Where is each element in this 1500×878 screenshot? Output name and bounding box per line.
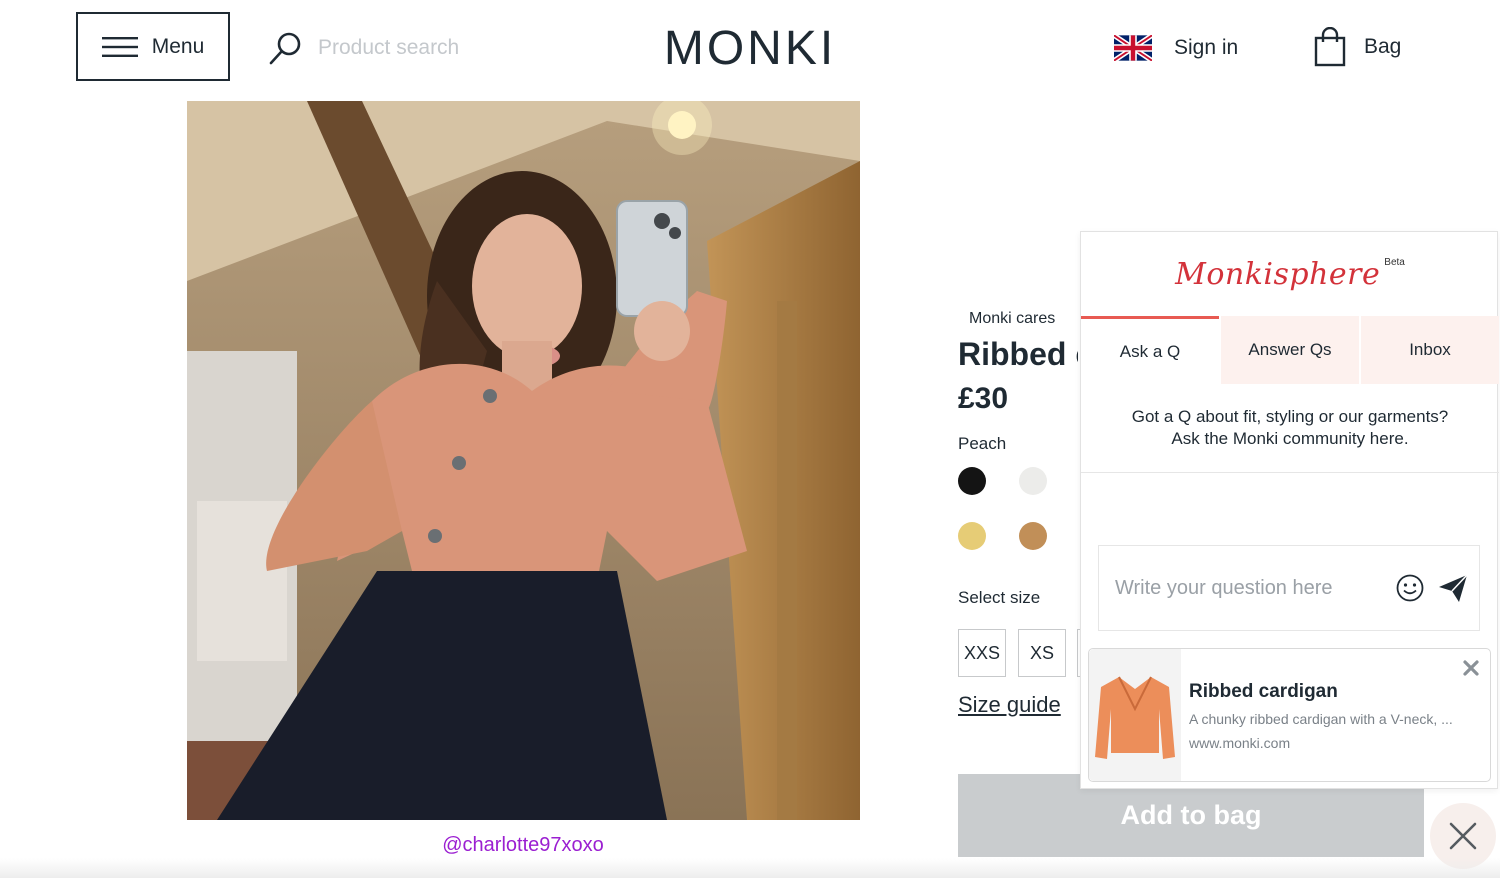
widget-intro: Got a Q about fit, styling or our garmen…	[1081, 384, 1499, 473]
card-description: A chunky ribbed cardigan with a V-neck, …	[1189, 711, 1453, 727]
question-box	[1098, 545, 1480, 631]
intro-line-1: Got a Q about fit, styling or our garmen…	[1131, 407, 1449, 426]
color-name: Peach	[958, 434, 1007, 453]
sign-in-label: Sign in	[1174, 36, 1239, 59]
size-option[interactable]: XXS	[958, 629, 1006, 677]
menu-label: Menu	[151, 34, 205, 58]
search-input[interactable]: Product search	[318, 36, 459, 60]
intro-line-2: Ask the Monki community here.	[1171, 429, 1409, 448]
bag-link[interactable]: Bag	[1314, 24, 1401, 70]
size-option[interactable]: XS	[1018, 629, 1066, 677]
logo-text: MONKI	[663, 21, 837, 75]
color-swatch-yellow[interactable]	[958, 522, 986, 550]
sign-in-link[interactable]: Sign in	[1114, 28, 1238, 68]
tab-ask-a-q[interactable]: Ask a Q	[1081, 316, 1219, 384]
emoji-icon[interactable]	[1395, 573, 1425, 603]
uk-flag-icon	[1114, 35, 1152, 61]
shopping-bag-icon	[1314, 27, 1346, 67]
product-price: £30	[958, 382, 1009, 415]
question-input[interactable]	[1113, 575, 1387, 601]
color-swatch-peach[interactable]	[1019, 522, 1047, 550]
cardigan-image	[1095, 676, 1175, 759]
search-icon	[269, 32, 301, 65]
card-title: Ribbed cardigan	[1189, 681, 1338, 702]
size-guide-link[interactable]: Size guide	[958, 692, 1061, 718]
select-size-label: Select size	[958, 588, 1041, 607]
product-photo[interactable]	[187, 101, 860, 820]
tab-inbox[interactable]: Inbox	[1361, 316, 1499, 384]
card-thumbnail	[1089, 649, 1181, 781]
color-swatch-white[interactable]	[1019, 467, 1047, 495]
beta-badge: Beta	[1384, 256, 1405, 268]
brand-script: Monkisphere	[1175, 256, 1381, 292]
bag-label: Bag	[1364, 35, 1402, 58]
color-swatch-black[interactable]	[958, 467, 986, 495]
send-icon[interactable]	[1437, 572, 1469, 604]
card-url: www.monki.com	[1189, 735, 1291, 751]
product-search[interactable]: Product search	[268, 26, 528, 70]
photo-credit-link[interactable]: @charlotte97xoxo	[387, 834, 659, 857]
hamburger-icon	[101, 36, 138, 57]
product-card[interactable]: Ribbed cardigan A chunky ribbed cardigan…	[1088, 648, 1491, 782]
monki-cares-label: Monki cares	[969, 310, 1056, 327]
card-close-icon[interactable]	[1462, 659, 1480, 677]
close-icon	[1449, 822, 1477, 850]
monki-logo[interactable]: MONKI	[640, 20, 860, 76]
menu-button[interactable]: Menu	[76, 12, 230, 81]
tab-answer-qs[interactable]: Answer Qs	[1221, 316, 1359, 384]
product-image	[187, 101, 860, 820]
monkisphere-widget: Monkisphere Beta Ask a Q Answer Qs Inbox…	[1080, 231, 1499, 789]
monkisphere-brand: Monkisphere Beta	[1081, 232, 1499, 316]
bottom-fade	[0, 858, 1500, 878]
product-title: Ribbed cardigan	[958, 336, 1078, 372]
